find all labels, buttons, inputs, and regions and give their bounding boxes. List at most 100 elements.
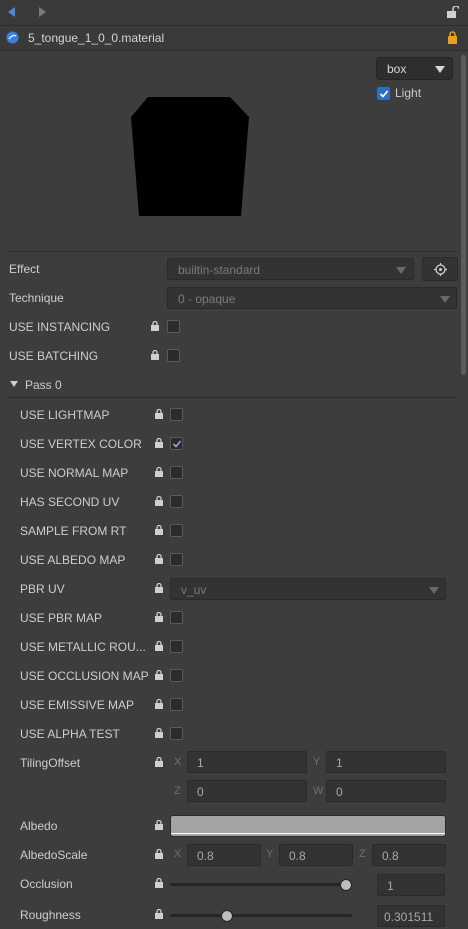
alpha-bar [171,833,445,834]
use-pbr-map-label: USE PBR MAP [20,611,103,625]
albedo-label: Albedo [20,819,58,833]
use-lightmap-checkbox[interactable] [170,408,183,421]
light-label: Light [395,86,422,100]
roughness-slider-handle[interactable] [221,910,234,922]
lock-icon [151,350,159,360]
use-vertex-color-checkbox[interactable] [170,437,183,450]
tiling-y-input[interactable]: 1 [326,751,446,773]
albedo-scale-x-input[interactable]: 0.8 [187,844,261,866]
use-normal-map-label: USE NORMAL MAP [20,466,129,480]
lock-icon[interactable] [447,31,458,44]
occlusion-label: Occlusion [20,877,73,891]
lock-icon [155,525,163,535]
axis-x-label: X [174,848,182,860]
lock-icon [155,909,163,919]
albedo-scale-x-value: 0.8 [197,849,214,863]
albedo-color-swatch[interactable] [170,815,446,837]
use-normal-map-checkbox[interactable] [170,466,183,479]
lock-icon [155,496,163,506]
occlusion-slider-track[interactable] [170,883,352,886]
lock-icon [155,849,163,859]
locate-button[interactable] [422,257,458,281]
occlusion-slider-handle[interactable] [340,879,352,891]
check-icon [172,440,182,448]
axis-z-label: Z [174,785,181,797]
lock-icon [155,820,163,830]
unlock-icon[interactable] [446,6,459,18]
pass-title[interactable]: Pass 0 [25,378,62,392]
lock-icon [155,699,163,709]
sample-from-rt-checkbox[interactable] [170,524,183,537]
technique-label: Technique [9,291,64,305]
check-icon [379,90,389,98]
use-batching-label: USE BATCHING [9,349,99,363]
collapse-triangle-icon[interactable] [10,381,18,387]
pbr-uv-label: PBR UV [20,582,65,596]
lock-icon [155,467,163,477]
preview-shape-value: box [387,62,407,76]
lock-icon [155,583,163,593]
divider [8,251,458,252]
albedo-scale-z-input[interactable]: 0.8 [372,844,446,866]
effect-select[interactable]: builtin-standard [167,258,414,280]
chevron-down-icon [396,267,406,274]
chevron-down-icon [435,66,445,73]
lock-icon [155,878,163,888]
tiling-x-value: 1 [197,756,204,770]
lock-icon [155,438,163,448]
albedo-scale-z-value: 0.8 [382,849,399,863]
lock-icon [155,641,163,651]
use-albedo-map-label: USE ALBEDO MAP [20,553,126,567]
material-preview[interactable] [130,97,250,217]
roughness-label: Roughness [20,908,81,922]
use-metallic-roughness-label: USE METALLIC ROU... [20,640,146,654]
lock-icon [155,409,163,419]
tiling-offset-label: TilingOffset [20,756,81,770]
light-checkbox[interactable] [377,87,390,100]
roughness-slider-track[interactable] [170,914,352,917]
lock-icon [155,728,163,738]
scrollbar[interactable] [461,55,466,375]
axis-y-label: Y [313,756,321,768]
lock-icon [151,321,159,331]
axis-x-label: X [174,756,182,768]
offset-z-input[interactable]: 0 [187,780,307,802]
occlusion-input[interactable]: 1 [377,874,445,896]
use-pbr-map-checkbox[interactable] [170,611,183,624]
occlusion-value: 1 [387,879,394,893]
pbr-uv-select[interactable]: v_uv [170,578,446,600]
has-second-uv-checkbox[interactable] [170,495,183,508]
preview-shape-select[interactable]: box [376,57,453,80]
use-metallic-roughness-checkbox[interactable] [170,640,183,653]
use-occlusion-map-checkbox[interactable] [170,669,183,682]
technique-value: 0 - opaque [178,292,236,306]
technique-select[interactable]: 0 - opaque [167,287,457,309]
use-occlusion-map-label: USE OCCLUSION MAP [20,669,149,683]
chevron-down-icon [429,587,439,594]
chevron-down-icon [440,296,450,303]
albedo-scale-y-input[interactable]: 0.8 [279,844,353,866]
roughness-value: 0.301511 [384,910,434,924]
use-vertex-color-label: USE VERTEX COLOR [20,437,142,451]
albedo-scale-label: AlbedoScale [20,848,88,862]
effect-value: builtin-standard [178,263,261,277]
effect-label: Effect [9,262,40,276]
use-lightmap-label: USE LIGHTMAP [20,408,110,422]
lock-icon [155,670,163,680]
divider [8,397,458,398]
use-albedo-map-checkbox[interactable] [170,553,183,566]
asset-title: 5_tongue_1_0_0.material [28,31,165,45]
material-icon [6,31,19,44]
tiling-y-value: 1 [336,756,343,770]
albedo-scale-y-value: 0.8 [289,849,306,863]
use-alpha-test-checkbox[interactable] [170,727,183,740]
use-instancing-label: USE INSTANCING [9,320,111,334]
use-batching-checkbox[interactable] [167,349,180,362]
use-instancing-checkbox[interactable] [167,320,180,333]
offset-w-input[interactable]: 0 [326,780,446,802]
use-emissive-map-checkbox[interactable] [170,698,183,711]
forward-arrow-icon[interactable] [39,7,46,17]
tiling-x-input[interactable]: 1 [187,751,307,773]
back-arrow-icon[interactable] [8,7,15,17]
roughness-input[interactable]: 0.301511 [377,905,445,927]
